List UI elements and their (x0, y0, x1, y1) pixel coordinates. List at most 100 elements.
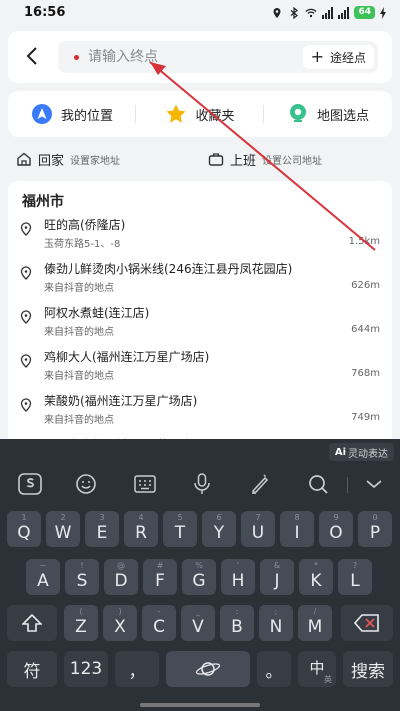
pick-on-map-label: 地图选点 (316, 108, 369, 124)
key-i[interactable]: 8I (280, 511, 314, 547)
key-f[interactable]: # F (143, 559, 177, 595)
key-g[interactable]: % G (182, 559, 216, 595)
favorites-button[interactable]: 收藏夹 (136, 91, 264, 137)
location-icon (273, 7, 281, 18)
collapse-keyboard-icon[interactable] (362, 472, 386, 496)
key-label: J (274, 571, 280, 591)
keyboard-layout-icon[interactable] (133, 472, 157, 496)
key-z[interactable]: (Z (64, 605, 98, 641)
key-q[interactable]: 1Q (7, 511, 41, 547)
status-icons: 64 (271, 5, 386, 20)
search-icon[interactable] (306, 472, 330, 496)
plus-icon: + (310, 47, 324, 66)
key-x[interactable]: ) X (103, 605, 137, 641)
place-distance: 644m (351, 324, 380, 335)
place-name: 旺的高(侨隆店) (44, 218, 126, 232)
location-pin-icon (20, 221, 32, 236)
language-switch-key[interactable]: 中英 (298, 651, 336, 687)
suggestion-row[interactable]: 鸡柳大人(福州连江万星广场店) 来自抖音的地点 768m (8, 345, 392, 387)
key-label: H (231, 571, 245, 591)
destination-input[interactable] (88, 45, 263, 69)
sogou-logo-icon[interactable] (18, 472, 42, 496)
key-c[interactable]: -C (142, 605, 176, 641)
shift-icon (22, 614, 42, 632)
key-secondary: ; (274, 607, 278, 616)
key-l[interactable]: ? L (338, 559, 372, 595)
key-secondary: ! (80, 561, 84, 570)
back-arrow-icon[interactable] (22, 45, 44, 67)
key-u[interactable]: 7U (241, 511, 275, 547)
location-pin-icon (20, 309, 32, 324)
key-label: P (369, 523, 381, 543)
pick-on-map-button[interactable]: 地图选点 (264, 91, 392, 137)
key-w[interactable]: 2W (46, 511, 80, 547)
place-address: 来自抖音的地点 (44, 283, 114, 294)
key-j[interactable]: & J (260, 559, 294, 595)
key-label: E (96, 523, 108, 543)
key-secondary: ~ (39, 561, 47, 570)
symbols-key[interactable]: 符 (7, 651, 57, 687)
ai-expression-label: 灵动表达 (348, 448, 388, 460)
key-label: A (37, 571, 49, 591)
suggestion-row[interactable]: 阿权水煮蛙(连江店) 来自抖音的地点 644m (8, 301, 392, 343)
key-secondary: ) (118, 607, 122, 616)
period-key[interactable]: 。 (257, 651, 291, 687)
suggestion-row[interactable]: 茉酸奶(福州连江万星广场店) 来自抖音的地点 749m (8, 389, 392, 431)
comma-key[interactable]: ， (115, 651, 159, 687)
key-n[interactable]: ; N (259, 605, 293, 641)
add-waypoint-button[interactable]: + 途经点 (302, 45, 374, 69)
key-secondary: _ (196, 607, 200, 616)
keyboard: Ai 灵动表达 1 Q 2 W 3 E 4 R 5 T 6 Y 7 U 8 I 9 O 0 P ~ A! S @ D # F% G ' H… (0, 439, 400, 711)
key-k[interactable]: * K (299, 559, 333, 595)
ai-expression-button[interactable]: Ai 灵动表达 (328, 443, 394, 461)
location-pin-icon (20, 265, 32, 280)
status-bar: 16:56 64 (0, 0, 400, 26)
place-distance: 1.5km (348, 236, 380, 247)
key-o[interactable]: 9O (319, 511, 353, 547)
microphone-icon[interactable] (190, 472, 214, 496)
key-r[interactable]: 4R (124, 511, 158, 547)
quick-actions: 我的位置 收藏夹 地图选点 (8, 91, 392, 137)
key-s[interactable]: ! S (65, 559, 99, 595)
map-pin-icon (287, 103, 309, 125)
key-secondary: : (235, 607, 239, 616)
battery-level: 64 (354, 6, 375, 19)
key-secondary: 0 (372, 513, 378, 522)
key-a[interactable]: ~ A (26, 559, 60, 595)
search-card: + 途经点 (8, 31, 392, 83)
space-key[interactable] (166, 651, 250, 687)
key-label: L (350, 571, 360, 591)
key-secondary: * (314, 561, 318, 570)
backspace-key[interactable] (341, 605, 393, 641)
home-shortcut[interactable]: 回家 设置家地址 (8, 143, 200, 175)
place-distance: 749m (351, 412, 380, 423)
handwriting-icon[interactable] (248, 472, 272, 496)
suggestion-row[interactable]: 傣劲儿鲜烫肉小锅米线(246连江县丹凤花园店) 来自抖音的地点 626m (8, 257, 392, 299)
key-v[interactable]: _ V (181, 605, 215, 641)
key-secondary: 5 (177, 513, 183, 522)
key-d[interactable]: @ D (104, 559, 138, 595)
suggestion-row[interactable]: 旺的高(侨隆店) 玉荷东路5-1、-8 1.5km (8, 213, 392, 255)
place-address: 来自抖音的地点 (44, 327, 114, 338)
search-key[interactable]: 搜索 (343, 651, 393, 687)
key-label: T (174, 523, 186, 543)
key-e[interactable]: 3E (85, 511, 119, 547)
place-address: 来自抖音的地点 (44, 415, 114, 426)
key-secondary: @ (117, 561, 125, 570)
key-y[interactable]: 6Y (202, 511, 236, 547)
key-b[interactable]: :B (220, 605, 254, 641)
home-hint: 设置家地址 (70, 155, 121, 167)
key-h[interactable]: ' H (221, 559, 255, 595)
destination-dot-icon (74, 55, 79, 60)
destination-search-box[interactable]: + 途经点 (58, 41, 378, 73)
key-secondary: 3 (99, 513, 105, 522)
shift-key[interactable] (7, 605, 57, 641)
work-shortcut[interactable]: 上班 设置公司地址 (200, 143, 392, 175)
key-t[interactable]: 5T (163, 511, 197, 547)
numbers-key[interactable]: 123 (64, 651, 108, 687)
my-location-button[interactable]: 我的位置 (8, 91, 136, 137)
key-m[interactable]: / M (298, 605, 332, 641)
key-p[interactable]: 0P (358, 511, 392, 547)
signal-icon (322, 6, 334, 19)
emoji-icon[interactable] (74, 472, 98, 496)
